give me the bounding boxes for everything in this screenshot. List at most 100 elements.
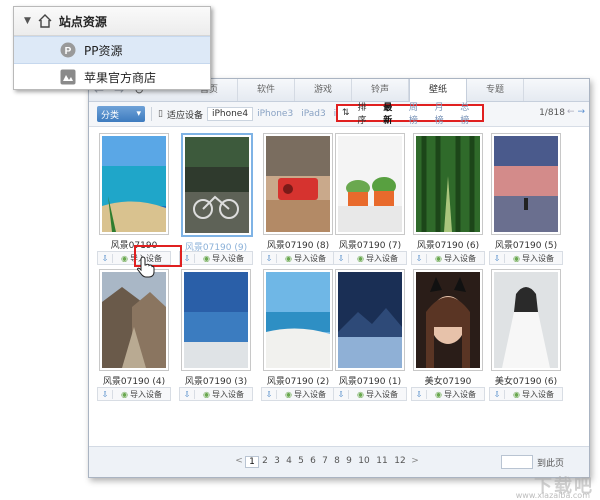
import-device-button[interactable]: ◉ 导入设备 bbox=[195, 389, 252, 400]
download-icon[interactable]: ⇩ bbox=[98, 389, 113, 399]
page-jump-button[interactable]: 到此页 bbox=[537, 456, 564, 469]
page-4[interactable]: 4 bbox=[283, 456, 295, 468]
download-icon[interactable]: ⇩ bbox=[412, 389, 427, 399]
import-device-label: 导入设备 bbox=[293, 253, 326, 263]
import-device-button[interactable]: ◉ 导入设备 bbox=[277, 389, 334, 400]
sidebar-item-pp-resources[interactable]: P PP资源 bbox=[14, 36, 210, 64]
wallpaper-card[interactable]: 风景07190 (7) bbox=[335, 133, 405, 251]
site-resources-panel: ▼ 站点资源 P PP资源 苹果官方商店 bbox=[13, 6, 211, 90]
page-8[interactable]: 8 bbox=[331, 456, 343, 468]
tab-games[interactable]: 游戏 bbox=[295, 79, 352, 101]
sort-all-time[interactable]: 总榜 bbox=[456, 100, 482, 126]
wallpaper-thumbnail[interactable] bbox=[413, 133, 483, 235]
download-icon[interactable]: ⇩ bbox=[262, 253, 277, 263]
sidebar-item-app-store[interactable]: 苹果官方商店 bbox=[14, 64, 210, 90]
page-12[interactable]: 12 bbox=[391, 456, 409, 468]
wallpaper-thumbnail[interactable] bbox=[181, 269, 251, 371]
next-page-icon[interactable]: → bbox=[577, 107, 585, 117]
import-device-button[interactable]: ◉ 导入设备 bbox=[195, 253, 252, 264]
wallpaper-card[interactable]: 风景07190 (2) bbox=[263, 269, 333, 387]
download-icon[interactable]: ⇩ bbox=[180, 389, 195, 399]
wallpaper-thumbnail[interactable] bbox=[335, 269, 405, 371]
wallpaper-card[interactable]: 美女07190 (6) bbox=[491, 269, 561, 387]
wallpaper-thumbnail[interactable] bbox=[491, 133, 561, 235]
page-7[interactable]: 7 bbox=[319, 456, 331, 468]
wallpaper-thumbnail[interactable] bbox=[99, 269, 169, 371]
wallpaper-thumbnail[interactable] bbox=[491, 269, 561, 371]
prev-page-icon[interactable]: ← bbox=[567, 107, 575, 117]
wallpaper-card[interactable]: 美女07190 bbox=[413, 269, 483, 387]
tab-topics[interactable]: 专题 bbox=[467, 79, 524, 101]
sort-label: 排序 bbox=[357, 103, 367, 126]
category-dropdown[interactable]: 分类 ▾ bbox=[97, 106, 145, 122]
site-resources-header[interactable]: ▼ 站点资源 bbox=[14, 7, 210, 36]
page-11[interactable]: 11 bbox=[373, 456, 391, 468]
import-device-button[interactable]: ◉ 导入设备 bbox=[349, 253, 406, 264]
download-icon[interactable]: ⇩ bbox=[180, 253, 195, 263]
download-icon[interactable]: ⇩ bbox=[334, 253, 349, 263]
page-6[interactable]: 6 bbox=[307, 456, 319, 468]
device-iphone3[interactable]: iPhone3 bbox=[253, 109, 297, 119]
page-9[interactable]: 9 bbox=[343, 456, 355, 468]
import-device-button[interactable]: ◉ 导入设备 bbox=[113, 389, 170, 400]
pager-next[interactable]: > bbox=[409, 456, 421, 468]
page-jump-input[interactable] bbox=[501, 455, 533, 469]
pagination: < 1 2 3 4 5 6 7 8 9 10 11 12 > 到此页 bbox=[89, 446, 589, 477]
wallpaper-thumbnail[interactable] bbox=[99, 133, 169, 235]
wallpaper-card[interactable]: 风景07190 (9) bbox=[181, 133, 253, 253]
wallpaper-thumbnail[interactable] bbox=[263, 133, 333, 235]
pp-logo-icon: P bbox=[60, 42, 76, 58]
page-3[interactable]: 3 bbox=[271, 456, 283, 468]
import-device-button[interactable]: ◉ 导入设备 bbox=[427, 253, 484, 264]
import-icon: ◉ bbox=[203, 253, 210, 263]
wallpaper-card[interactable]: 风景07190 bbox=[99, 133, 169, 251]
page-2[interactable]: 2 bbox=[259, 456, 271, 468]
tab-wallpapers[interactable]: 壁纸 bbox=[409, 79, 467, 102]
download-icon[interactable]: ⇩ bbox=[412, 253, 427, 263]
sidebar-item-label: PP资源 bbox=[84, 43, 123, 58]
filter-bar: 分类 ▾ ▯ 适应设备 iPhone4 iPhone3 iPad3 iPad2 … bbox=[89, 102, 589, 127]
download-icon[interactable]: ⇩ bbox=[98, 253, 113, 263]
wallpaper-thumbnail[interactable] bbox=[181, 133, 253, 237]
home-icon bbox=[37, 13, 53, 29]
sort-options-highlight: ⇅ 排序 最新 周榜 月榜 总榜 bbox=[336, 103, 484, 126]
page-5[interactable]: 5 bbox=[295, 456, 307, 468]
import-icon: ◉ bbox=[513, 389, 520, 399]
page-10[interactable]: 10 bbox=[355, 456, 373, 468]
wallpaper-thumbnail[interactable] bbox=[263, 269, 333, 371]
wallpaper-thumbnail[interactable] bbox=[335, 133, 405, 235]
device-iphone4[interactable]: iPhone4 bbox=[206, 107, 254, 121]
import-device-label: 导入设备 bbox=[211, 253, 244, 263]
wallpaper-name: 风景07190 (7) bbox=[338, 241, 402, 251]
wallpaper-actions: ⇩ ◉ 导入设备 bbox=[179, 251, 253, 265]
sort-newest[interactable]: 最新 bbox=[379, 100, 405, 126]
wallpaper-card[interactable]: 风景07190 (4) bbox=[99, 269, 169, 387]
wallpaper-actions: ⇩ ◉ 导入设备 bbox=[179, 387, 253, 401]
download-icon[interactable]: ⇩ bbox=[490, 389, 505, 399]
import-device-button[interactable]: ◉ 导入设备 bbox=[505, 389, 562, 400]
import-device-button[interactable]: ◉ 导入设备 bbox=[349, 389, 406, 400]
download-icon[interactable]: ⇩ bbox=[334, 389, 349, 399]
download-icon[interactable]: ⇩ bbox=[490, 253, 505, 263]
import-icon: ◉ bbox=[203, 389, 210, 399]
download-icon[interactable]: ⇩ bbox=[262, 389, 277, 399]
sort-monthly[interactable]: 月榜 bbox=[431, 100, 457, 126]
page-1[interactable]: 1 bbox=[245, 456, 259, 468]
import-device-button[interactable]: ◉ 导入设备 bbox=[505, 253, 562, 264]
import-device-button[interactable]: ◉ 导入设备 bbox=[277, 253, 334, 264]
wallpaper-card[interactable]: 风景07190 (1) bbox=[335, 269, 405, 387]
wallpaper-card[interactable]: 风景07190 (3) bbox=[181, 269, 251, 387]
device-ipad3[interactable]: iPad3 bbox=[297, 109, 329, 119]
wallpaper-card[interactable]: 风景07190 (5) bbox=[491, 133, 561, 251]
pager-prev[interactable]: < bbox=[233, 456, 245, 468]
wallpaper-actions: ⇩ ◉ 导入设备 bbox=[411, 387, 485, 401]
collapse-arrow-icon[interactable]: ▼ bbox=[24, 16, 31, 26]
wallpaper-thumbnail[interactable] bbox=[413, 269, 483, 371]
import-device-button[interactable]: ◉ 导入设备 bbox=[427, 389, 484, 400]
svg-text:P: P bbox=[65, 46, 72, 57]
wallpaper-card[interactable]: 风景07190 (6) bbox=[413, 133, 483, 251]
tab-software[interactable]: 软件 bbox=[238, 79, 295, 101]
sort-weekly[interactable]: 周榜 bbox=[405, 100, 431, 126]
tab-ringtones[interactable]: 铃声 bbox=[352, 79, 409, 101]
wallpaper-card[interactable]: 风景07190 (8) bbox=[263, 133, 333, 251]
